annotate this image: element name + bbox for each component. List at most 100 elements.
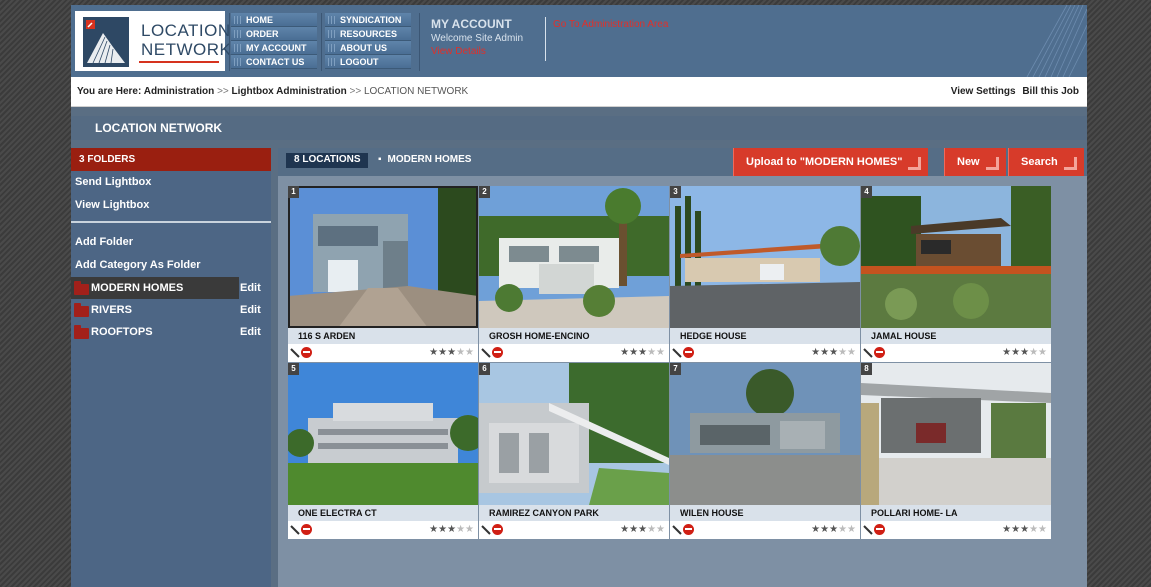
- location-photo[interactable]: [288, 363, 478, 505]
- location-tile[interactable]: 4 JAMAL HOUSE ★★★★★: [861, 186, 1051, 362]
- remove-icon[interactable]: [683, 347, 694, 358]
- star-rating[interactable]: ★★★★★: [1002, 347, 1047, 358]
- location-name[interactable]: HEDGE HOUSE: [670, 328, 860, 344]
- location-name[interactable]: WILEN HOUSE: [670, 505, 860, 521]
- nav-about-us[interactable]: ABOUT US: [325, 41, 411, 55]
- upload-button[interactable]: Upload to "MODERN HOMES": [733, 148, 929, 176]
- nav-resources[interactable]: RESOURCES: [325, 27, 411, 41]
- location-name[interactable]: RAMIREZ CANYON PARK: [479, 505, 669, 521]
- location-name[interactable]: GROSH HOME-ENCINO: [479, 328, 669, 344]
- folder-item-rooftops[interactable]: ROOFTOPS Edit: [71, 321, 271, 343]
- star-rating[interactable]: ★★★★★: [811, 524, 856, 535]
- pencil-icon[interactable]: [481, 348, 491, 358]
- remove-icon[interactable]: [874, 524, 885, 535]
- pencil-icon[interactable]: [672, 525, 682, 535]
- pencil-icon[interactable]: [863, 525, 873, 535]
- pencil-icon[interactable]: [481, 525, 491, 535]
- star-rating[interactable]: ★★★★★: [620, 524, 665, 535]
- folder-item-rivers[interactable]: RIVERS Edit: [71, 299, 271, 321]
- tile-actions: ★★★★★: [479, 344, 669, 362]
- location-photo[interactable]: [670, 363, 860, 505]
- logo-mark-icon: [83, 17, 129, 67]
- location-name[interactable]: 116 S ARDEN: [288, 328, 478, 344]
- tile-actions: ★★★★★: [288, 344, 478, 362]
- location-photo[interactable]: [479, 186, 669, 328]
- pencil-icon[interactable]: [672, 348, 682, 358]
- breadcrumb-lightbox-admin[interactable]: Lightbox Administration: [232, 86, 347, 97]
- location-tile[interactable]: 3 HEDGE HOUSE ★★★★★: [670, 186, 860, 362]
- folder-item-modern-homes[interactable]: MODERN HOMES Edit: [71, 277, 261, 299]
- remove-icon[interactable]: [492, 347, 503, 358]
- view-details-link[interactable]: View Details: [431, 46, 523, 57]
- folder-edit-link[interactable]: Edit: [240, 299, 261, 321]
- remove-icon[interactable]: [301, 347, 312, 358]
- nav-contact-us[interactable]: CONTACT US: [231, 55, 317, 69]
- location-name[interactable]: POLLARI HOME- LA: [861, 505, 1051, 521]
- location-tile[interactable]: 7 WILEN HOUSE ★★★★★: [670, 363, 860, 539]
- star-rating[interactable]: ★★★★★: [811, 347, 856, 358]
- nav-my-account[interactable]: MY ACCOUNT: [231, 41, 317, 55]
- nav-order[interactable]: ORDER: [231, 27, 317, 41]
- location-photo[interactable]: [670, 186, 860, 328]
- tile-number: 4: [861, 186, 872, 198]
- breadcrumb-separator: >>: [217, 86, 229, 97]
- folder-edit-link[interactable]: Edit: [240, 277, 261, 299]
- folder-edit-link[interactable]: Edit: [240, 321, 261, 343]
- location-count-badge: 8 LOCATIONS: [286, 153, 369, 168]
- divider: [229, 13, 230, 71]
- star-rating[interactable]: ★★★★★: [429, 524, 474, 535]
- admin-area-link[interactable]: Go To Administration Area: [553, 19, 668, 30]
- folder-icon: [74, 303, 89, 317]
- account-panel: MY ACCOUNT Welcome Site Admin View Detai…: [431, 17, 523, 57]
- breadcrumb-administration[interactable]: Administration: [144, 86, 215, 97]
- star-rating[interactable]: ★★★★★: [620, 347, 665, 358]
- remove-icon[interactable]: [874, 347, 885, 358]
- new-button[interactable]: New: [944, 148, 1006, 176]
- remove-icon[interactable]: [683, 524, 694, 535]
- tile-number: 6: [479, 363, 490, 375]
- divider: [321, 13, 322, 71]
- add-folder-link[interactable]: Add Folder: [71, 231, 271, 254]
- add-category-link[interactable]: Add Category As Folder: [71, 254, 271, 277]
- nav-column-2: SYNDICATION RESOURCES ABOUT US LOGOUT: [325, 13, 411, 69]
- tile-actions: ★★★★★: [479, 521, 669, 539]
- nav-home[interactable]: HOME: [231, 13, 317, 27]
- tile-actions: ★★★★★: [861, 344, 1051, 362]
- location-tile[interactable]: 8 POLLARI HOME- LA ★★★★★: [861, 363, 1051, 539]
- star-empty-icon: ★★: [838, 347, 856, 358]
- location-photo[interactable]: [861, 363, 1051, 505]
- location-tile[interactable]: 2 GROSH HOME-ENCINO ★★★★★: [479, 186, 669, 362]
- nav-logout[interactable]: LOGOUT: [325, 55, 411, 69]
- star-icon: ★★★: [1002, 524, 1030, 535]
- nav-syndication[interactable]: SYNDICATION: [325, 13, 411, 27]
- pencil-icon[interactable]: [290, 525, 300, 535]
- main-toolbar: 8 LOCATIONS MODERN HOMES Upload to "MODE…: [278, 148, 1087, 176]
- view-settings-link[interactable]: View Settings: [951, 86, 1016, 97]
- location-photo[interactable]: [288, 186, 478, 328]
- page-frame: LOCATION NETWORK HOME ORDER MY ACCOUNT C…: [71, 5, 1087, 587]
- star-rating[interactable]: ★★★★★: [429, 347, 474, 358]
- bill-job-link[interactable]: Bill this Job: [1022, 86, 1079, 97]
- send-lightbox-link[interactable]: Send Lightbox: [71, 171, 271, 194]
- breadcrumb-prefix: You are Here:: [77, 86, 142, 97]
- logo[interactable]: LOCATION NETWORK: [75, 11, 231, 71]
- location-tile[interactable]: 5 ONE ELECTRA CT ★★★★★: [288, 363, 478, 539]
- location-name[interactable]: JAMAL HOUSE: [861, 328, 1051, 344]
- remove-icon[interactable]: [301, 524, 312, 535]
- logo-line2: NETWORK: [141, 40, 232, 59]
- location-tile[interactable]: 1 116 S ARDEN ★★★★★: [288, 186, 478, 362]
- pencil-icon[interactable]: [863, 348, 873, 358]
- location-photo[interactable]: [861, 186, 1051, 328]
- star-rating[interactable]: ★★★★★: [1002, 524, 1047, 535]
- view-lightbox-link[interactable]: View Lightbox: [71, 194, 271, 217]
- title-bar: LOCATION NETWORK: [71, 116, 1087, 140]
- star-empty-icon: ★★: [647, 524, 665, 535]
- location-tile[interactable]: 6 RAMIREZ CANYON PARK ★★★★★: [479, 363, 669, 539]
- search-button[interactable]: Search: [1008, 148, 1084, 176]
- remove-icon[interactable]: [492, 524, 503, 535]
- breadcrumb: You are Here: Administration >> Lightbox…: [77, 86, 468, 97]
- pencil-icon[interactable]: [290, 348, 300, 358]
- tile-number: 8: [861, 363, 872, 375]
- location-photo[interactable]: [479, 363, 669, 505]
- location-name[interactable]: ONE ELECTRA CT: [288, 505, 478, 521]
